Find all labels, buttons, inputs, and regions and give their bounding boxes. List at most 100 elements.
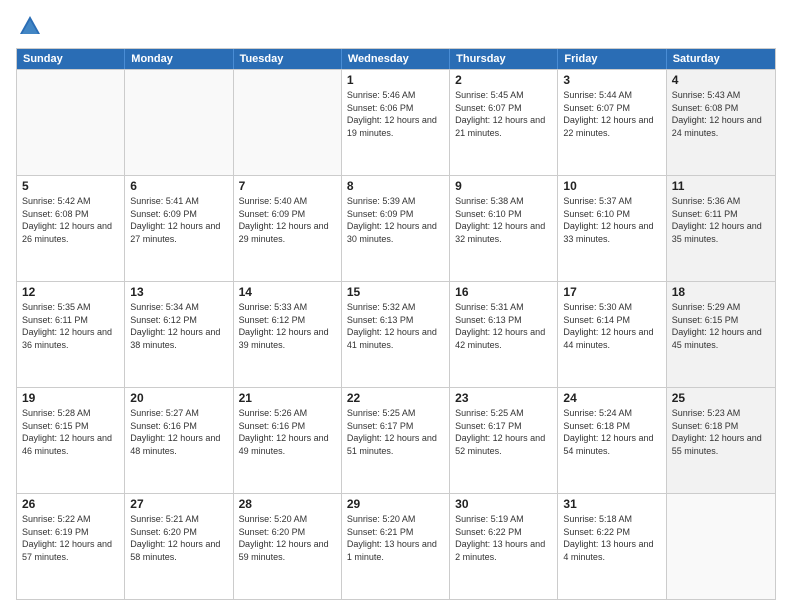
calendar-cell: 14 Sunrise: 5:33 AM Sunset: 6:12 PM Dayli… [234, 282, 342, 387]
logo [16, 12, 48, 40]
calendar-cell: 26 Sunrise: 5:22 AM Sunset: 6:19 PM Dayli… [17, 494, 125, 599]
day-info: Sunrise: 5:20 AM Sunset: 6:20 PM Dayligh… [239, 513, 336, 563]
day-number: 4 [672, 73, 770, 87]
calendar-cell: 24 Sunrise: 5:24 AM Sunset: 6:18 PM Dayli… [558, 388, 666, 493]
calendar-cell: 8 Sunrise: 5:39 AM Sunset: 6:09 PM Daylig… [342, 176, 450, 281]
calendar-header-cell: Sunday [17, 49, 125, 69]
calendar-cell: 23 Sunrise: 5:25 AM Sunset: 6:17 PM Dayli… [450, 388, 558, 493]
calendar-cell [234, 70, 342, 175]
calendar-week: 26 Sunrise: 5:22 AM Sunset: 6:19 PM Dayli… [17, 493, 775, 599]
calendar-cell: 7 Sunrise: 5:40 AM Sunset: 6:09 PM Daylig… [234, 176, 342, 281]
day-number: 7 [239, 179, 336, 193]
header [16, 12, 776, 40]
day-info: Sunrise: 5:45 AM Sunset: 6:07 PM Dayligh… [455, 89, 552, 139]
calendar-week: 5 Sunrise: 5:42 AM Sunset: 6:08 PM Daylig… [17, 175, 775, 281]
day-info: Sunrise: 5:32 AM Sunset: 6:13 PM Dayligh… [347, 301, 444, 351]
day-info: Sunrise: 5:40 AM Sunset: 6:09 PM Dayligh… [239, 195, 336, 245]
calendar-cell: 25Sunrise: 5:23 AM Sunset: 6:18 PM Dayli… [667, 388, 775, 493]
day-info: Sunrise: 5:42 AM Sunset: 6:08 PM Dayligh… [22, 195, 119, 245]
day-number: 31 [563, 497, 660, 511]
day-number: 5 [22, 179, 119, 193]
day-number: 23 [455, 391, 552, 405]
day-info: Sunrise: 5:34 AM Sunset: 6:12 PM Dayligh… [130, 301, 227, 351]
day-number: 16 [455, 285, 552, 299]
calendar-cell: 15 Sunrise: 5:32 AM Sunset: 6:13 PM Dayli… [342, 282, 450, 387]
day-info: Sunrise: 5:25 AM Sunset: 6:17 PM Dayligh… [347, 407, 444, 457]
calendar-cell: 4 Sunrise: 5:43 AM Sunset: 6:08 PM Daylig… [667, 70, 775, 175]
day-number: 15 [347, 285, 444, 299]
day-number: 17 [563, 285, 660, 299]
day-number: 21 [239, 391, 336, 405]
calendar-body: 1 Sunrise: 5:46 AM Sunset: 6:06 PM Daylig… [17, 69, 775, 599]
calendar-header-cell: Monday [125, 49, 233, 69]
calendar-cell: 21 Sunrise: 5:26 AM Sunset: 6:16 PM Dayli… [234, 388, 342, 493]
calendar-cell: 10 Sunrise: 5:37 AM Sunset: 6:10 PM Dayli… [558, 176, 666, 281]
calendar-cell: 20Sunrise: 5:27 AM Sunset: 6:16 PM Dayli… [125, 388, 233, 493]
day-info: Sunrise: 5:28 AM Sunset: 6:15 PM Dayligh… [22, 407, 119, 457]
day-number: 12 [22, 285, 119, 299]
day-number: 29 [347, 497, 444, 511]
day-number: 6 [130, 179, 227, 193]
day-number: 30 [455, 497, 552, 511]
calendar-cell: 31 Sunrise: 5:18 AM Sunset: 6:22 PM Dayli… [558, 494, 666, 599]
calendar-cell: 22 Sunrise: 5:25 AM Sunset: 6:17 PM Dayli… [342, 388, 450, 493]
day-number: 3 [563, 73, 660, 87]
calendar-cell [125, 70, 233, 175]
day-info: Sunrise: 5:46 AM Sunset: 6:06 PM Dayligh… [347, 89, 444, 139]
calendar-cell: 3Sunrise: 5:44 AM Sunset: 6:07 PM Daylig… [558, 70, 666, 175]
calendar-header-cell: Thursday [450, 49, 558, 69]
calendar-cell: 9 Sunrise: 5:38 AM Sunset: 6:10 PM Daylig… [450, 176, 558, 281]
day-number: 10 [563, 179, 660, 193]
day-number: 1 [347, 73, 444, 87]
day-number: 18 [672, 285, 770, 299]
day-info: Sunrise: 5:36 AM Sunset: 6:11 PM Dayligh… [672, 195, 770, 245]
calendar-cell: 28Sunrise: 5:20 AM Sunset: 6:20 PM Dayli… [234, 494, 342, 599]
calendar-cell: 2 Sunrise: 5:45 AM Sunset: 6:07 PM Daylig… [450, 70, 558, 175]
day-info: Sunrise: 5:26 AM Sunset: 6:16 PM Dayligh… [239, 407, 336, 457]
calendar-week: 12 Sunrise: 5:35 AM Sunset: 6:11 PM Dayli… [17, 281, 775, 387]
calendar-cell: 19 Sunrise: 5:28 AM Sunset: 6:15 PM Dayli… [17, 388, 125, 493]
calendar-cell: 16Sunrise: 5:31 AM Sunset: 6:13 PM Dayli… [450, 282, 558, 387]
day-number: 27 [130, 497, 227, 511]
day-info: Sunrise: 5:23 AM Sunset: 6:18 PM Dayligh… [672, 407, 770, 457]
calendar-week: 19 Sunrise: 5:28 AM Sunset: 6:15 PM Dayli… [17, 387, 775, 493]
day-info: Sunrise: 5:38 AM Sunset: 6:10 PM Dayligh… [455, 195, 552, 245]
day-info: Sunrise: 5:22 AM Sunset: 6:19 PM Dayligh… [22, 513, 119, 563]
day-info: Sunrise: 5:29 AM Sunset: 6:15 PM Dayligh… [672, 301, 770, 351]
day-number: 22 [347, 391, 444, 405]
day-number: 11 [672, 179, 770, 193]
calendar-cell [667, 494, 775, 599]
calendar-cell: 1 Sunrise: 5:46 AM Sunset: 6:06 PM Daylig… [342, 70, 450, 175]
day-number: 26 [22, 497, 119, 511]
calendar-header-cell: Wednesday [342, 49, 450, 69]
day-info: Sunrise: 5:37 AM Sunset: 6:10 PM Dayligh… [563, 195, 660, 245]
day-number: 13 [130, 285, 227, 299]
day-info: Sunrise: 5:20 AM Sunset: 6:21 PM Dayligh… [347, 513, 444, 563]
calendar-cell [17, 70, 125, 175]
day-info: Sunrise: 5:43 AM Sunset: 6:08 PM Dayligh… [672, 89, 770, 139]
day-info: Sunrise: 5:27 AM Sunset: 6:16 PM Dayligh… [130, 407, 227, 457]
calendar-header: SundayMondayTuesdayWednesdayThursdayFrid… [17, 49, 775, 69]
calendar-cell: 27 Sunrise: 5:21 AM Sunset: 6:20 PM Dayli… [125, 494, 233, 599]
day-info: Sunrise: 5:21 AM Sunset: 6:20 PM Dayligh… [130, 513, 227, 563]
day-info: Sunrise: 5:30 AM Sunset: 6:14 PM Dayligh… [563, 301, 660, 351]
day-number: 14 [239, 285, 336, 299]
day-number: 2 [455, 73, 552, 87]
day-number: 8 [347, 179, 444, 193]
day-number: 24 [563, 391, 660, 405]
day-info: Sunrise: 5:41 AM Sunset: 6:09 PM Dayligh… [130, 195, 227, 245]
calendar-cell: 11 Sunrise: 5:36 AM Sunset: 6:11 PM Dayli… [667, 176, 775, 281]
calendar-cell: 13 Sunrise: 5:34 AM Sunset: 6:12 PM Dayli… [125, 282, 233, 387]
day-info: Sunrise: 5:18 AM Sunset: 6:22 PM Dayligh… [563, 513, 660, 563]
day-info: Sunrise: 5:25 AM Sunset: 6:17 PM Dayligh… [455, 407, 552, 457]
day-info: Sunrise: 5:33 AM Sunset: 6:12 PM Dayligh… [239, 301, 336, 351]
calendar-header-cell: Saturday [667, 49, 775, 69]
day-number: 19 [22, 391, 119, 405]
calendar-cell: 6 Sunrise: 5:41 AM Sunset: 6:09 PM Daylig… [125, 176, 233, 281]
calendar: SundayMondayTuesdayWednesdayThursdayFrid… [16, 48, 776, 600]
calendar-week: 1 Sunrise: 5:46 AM Sunset: 6:06 PM Daylig… [17, 69, 775, 175]
day-info: Sunrise: 5:35 AM Sunset: 6:11 PM Dayligh… [22, 301, 119, 351]
day-info: Sunrise: 5:24 AM Sunset: 6:18 PM Dayligh… [563, 407, 660, 457]
day-info: Sunrise: 5:39 AM Sunset: 6:09 PM Dayligh… [347, 195, 444, 245]
day-number: 9 [455, 179, 552, 193]
